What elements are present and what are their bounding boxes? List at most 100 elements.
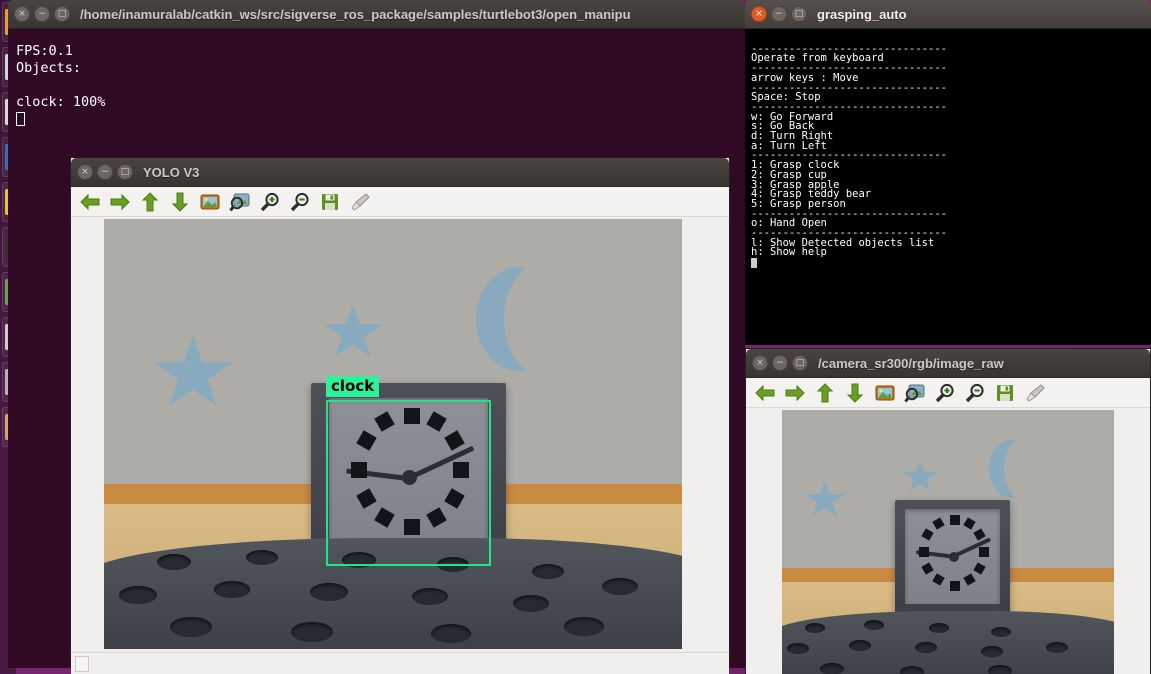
hole	[513, 595, 549, 612]
detection-scene: clock	[104, 219, 682, 649]
maximize-icon[interactable]: □	[791, 6, 807, 22]
pan-down-icon[interactable]	[169, 191, 191, 213]
clock-tick	[922, 528, 934, 540]
pan-up-icon[interactable]	[814, 382, 836, 404]
clock-object	[895, 500, 1010, 613]
window-controls[interactable]: × − □	[751, 6, 807, 22]
camera-title: /camera_sr300/rgb/image_raw	[818, 356, 1004, 371]
clear-icon[interactable]	[349, 191, 371, 213]
pan-down-icon[interactable]	[844, 382, 866, 404]
yolo-statusbar	[71, 652, 729, 674]
maximize-icon[interactable]: □	[792, 355, 808, 371]
camera-titlebar[interactable]: × − □ /camera_sr300/rgb/image_raw	[746, 349, 1150, 378]
minimize-icon[interactable]: −	[771, 6, 787, 22]
window-controls[interactable]: × − □	[14, 6, 70, 22]
window-controls[interactable]: × − □	[77, 164, 133, 180]
hole	[864, 620, 884, 630]
pan-up-icon[interactable]	[139, 191, 161, 213]
pan-right-icon[interactable]	[784, 382, 806, 404]
zoom-in-icon[interactable]	[934, 382, 956, 404]
yolo-toolbar[interactable]	[71, 187, 729, 217]
moon-decoration	[476, 267, 562, 371]
hole	[602, 578, 638, 595]
terminal-left-titlebar[interactable]: × − □ /home/inamuralab/catkin_ws/src/sig…	[8, 0, 745, 29]
zoom-in-icon[interactable]	[259, 191, 281, 213]
camera-toolbar[interactable]	[746, 378, 1150, 408]
clock-face	[905, 509, 999, 604]
minimize-icon[interactable]: −	[34, 6, 50, 22]
detection-label: clock	[326, 376, 379, 397]
hole	[900, 666, 924, 674]
hole	[157, 554, 191, 570]
hole	[805, 623, 825, 633]
save-icon[interactable]	[319, 191, 341, 213]
terminal-right-title: grasping_auto	[817, 7, 907, 22]
save-icon[interactable]	[994, 382, 1016, 404]
yolo-status-text	[75, 656, 89, 672]
hole	[787, 643, 809, 654]
clock-tick	[963, 574, 975, 586]
hole	[310, 583, 348, 601]
hole	[915, 642, 937, 653]
yolo-title: YOLO V3	[143, 165, 199, 180]
clock-tick	[932, 517, 944, 529]
hole	[991, 627, 1011, 637]
clock-tick	[922, 562, 934, 574]
terminal-window-grasping-auto[interactable]: × − □ grasping_auto --------------------…	[745, 0, 1151, 345]
fit-image-icon[interactable]	[874, 382, 896, 404]
hole	[431, 624, 471, 643]
minimize-icon[interactable]: −	[772, 355, 788, 371]
window-controls[interactable]: × − □	[752, 355, 808, 371]
hole	[119, 586, 157, 604]
terminal-cursor	[16, 112, 25, 126]
pan-left-icon[interactable]	[79, 191, 101, 213]
close-icon[interactable]: ×	[14, 6, 30, 22]
yolo-v3-window[interactable]: × − □ YOLO V3	[70, 157, 730, 668]
hole	[929, 623, 949, 633]
desktop: × − □ /home/inamuralab/catkin_ws/src/sig…	[0, 0, 1151, 674]
fit-image-icon[interactable]	[199, 191, 221, 213]
clock-tick	[919, 547, 929, 557]
terminal-right-titlebar[interactable]: × − □ grasping_auto	[745, 0, 1151, 29]
terminal-cursor	[751, 258, 757, 268]
clock-tick	[950, 515, 960, 525]
terminal-right-text: ------------------------------- Operate …	[751, 43, 947, 259]
hole	[988, 665, 1012, 674]
pan-left-icon[interactable]	[754, 382, 776, 404]
clock-tick	[950, 581, 960, 591]
maximize-icon[interactable]: □	[117, 164, 133, 180]
camera-scene	[782, 410, 1114, 674]
minimize-icon[interactable]: −	[97, 164, 113, 180]
yolo-image-canvas[interactable]: clock	[71, 217, 729, 652]
hole	[246, 550, 278, 565]
hole	[1046, 642, 1068, 653]
camera-image-window[interactable]: × − □ /camera_sr300/rgb/image_raw	[745, 348, 1151, 674]
yolo-titlebar[interactable]: × − □ YOLO V3	[71, 158, 729, 187]
ground-obstacle	[782, 611, 1114, 674]
terminal-right-output[interactable]: ------------------------------- Operate …	[745, 29, 1151, 345]
close-icon[interactable]: ×	[77, 164, 93, 180]
zoom-fit-icon[interactable]	[904, 382, 926, 404]
hole	[214, 581, 250, 598]
hole	[849, 640, 871, 651]
maximize-icon[interactable]: □	[54, 6, 70, 22]
pan-right-icon[interactable]	[109, 191, 131, 213]
hole	[412, 588, 448, 605]
hole	[291, 622, 333, 642]
clock-tick	[979, 547, 989, 557]
clear-icon[interactable]	[1024, 382, 1046, 404]
hole	[820, 663, 844, 674]
camera-image-canvas[interactable]	[746, 408, 1150, 674]
zoom-fit-icon[interactable]	[229, 191, 251, 213]
clock-tick	[932, 574, 944, 586]
close-icon[interactable]: ×	[752, 355, 768, 371]
hole	[170, 617, 212, 637]
hole	[564, 617, 604, 636]
terminal-left-text: FPS:0.1 Objects: clock: 100%	[16, 43, 105, 110]
zoom-out-icon[interactable]	[289, 191, 311, 213]
detection-bounding-box	[326, 400, 491, 566]
hole	[532, 564, 564, 579]
terminal-left-title: /home/inamuralab/catkin_ws/src/sigverse_…	[80, 7, 631, 22]
zoom-out-icon[interactable]	[964, 382, 986, 404]
close-icon[interactable]: ×	[751, 6, 767, 22]
